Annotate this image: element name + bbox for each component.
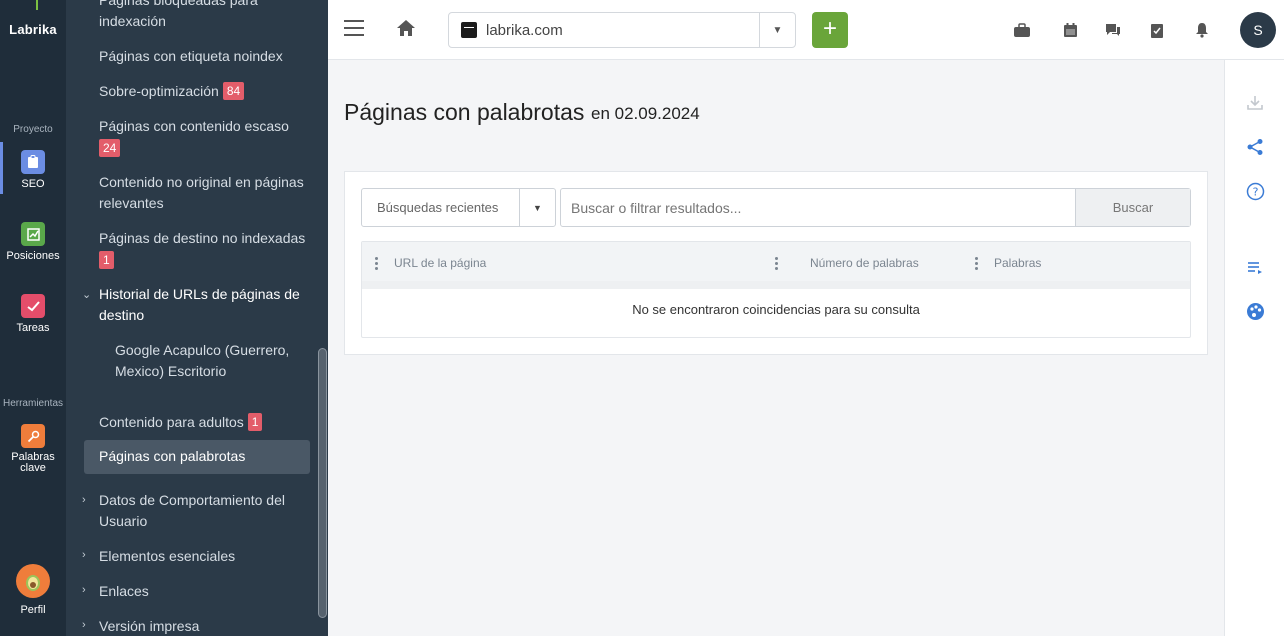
logo-accent bbox=[36, 0, 38, 10]
sidebar-item-noindex[interactable]: Páginas con etiqueta noindex bbox=[99, 46, 309, 67]
rail-item-positions-label: Posiciones bbox=[6, 250, 60, 262]
bell-icon[interactable] bbox=[1192, 20, 1212, 40]
project-selector[interactable]: labrika.com ▼ bbox=[448, 12, 796, 48]
search-bar: Buscar bbox=[560, 188, 1191, 227]
clipboard-check-icon[interactable] bbox=[1147, 20, 1167, 40]
column-menu-icon[interactable] bbox=[975, 257, 979, 271]
section-label-project: Proyecto bbox=[13, 124, 53, 135]
sidebar-item-label: Versión impresa bbox=[99, 618, 200, 634]
seo-sidebar: Páginas bloqueadas para indexación Págin… bbox=[66, 0, 328, 636]
sidebar-item-print-version[interactable]: Versión impresa bbox=[99, 616, 309, 636]
sidebar-item-thin-content[interactable]: Páginas con contenido escaso 24 bbox=[99, 116, 309, 159]
sidebar-item-label: Sobre-optimización bbox=[99, 83, 219, 99]
page-title: Páginas con palabrotas bbox=[344, 99, 585, 125]
key-icon bbox=[21, 424, 45, 448]
check-icon bbox=[21, 294, 45, 318]
sidebar-item-label: Páginas con palabrotas bbox=[99, 448, 246, 464]
count-badge: 1 bbox=[99, 251, 114, 269]
sidebar-item-label: Historial de URLs de páginas de destino bbox=[99, 286, 300, 323]
sidebar-item-over-optimization[interactable]: Sobre-optimización 84 bbox=[99, 81, 309, 102]
column-header-words[interactable]: Palabras bbox=[994, 256, 1041, 270]
briefcase-icon[interactable] bbox=[1012, 20, 1032, 40]
sidebar-item-user-behavior[interactable]: Datos de Comportamiento del Usuario bbox=[99, 490, 309, 532]
rail-item-tasks[interactable]: Tareas bbox=[0, 294, 66, 334]
search-button[interactable]: Buscar bbox=[1075, 189, 1190, 226]
search-input[interactable] bbox=[561, 189, 1075, 226]
results-table: URL de la página Número de palabras Pala… bbox=[361, 241, 1191, 338]
chevron-right-icon: › bbox=[82, 584, 86, 596]
sidebar-item-essentials[interactable]: Elementos esenciales bbox=[99, 546, 309, 567]
app-rail: Labrika Proyecto SEO Posiciones Tareas H… bbox=[0, 0, 66, 636]
rail-item-seo[interactable]: SEO bbox=[0, 150, 66, 190]
download-icon[interactable] bbox=[1245, 93, 1265, 113]
rail-item-profile-label: Perfil bbox=[20, 604, 46, 616]
sidebar-item-label: Contenido no original en páginas relevan… bbox=[99, 174, 304, 211]
site-favicon bbox=[461, 22, 477, 38]
main-content: Páginas con palabrotas en 02.09.2024 Bús… bbox=[328, 60, 1224, 636]
sidebar-item-adult-content[interactable]: Contenido para adultos 1 bbox=[99, 412, 309, 433]
sidebar-item-blocked-pages[interactable]: Páginas bloqueadas para indexación bbox=[99, 0, 309, 32]
sidebar-item-links[interactable]: Enlaces bbox=[99, 581, 309, 602]
app-logo[interactable]: Labrika bbox=[0, 22, 66, 37]
sidebar-item-label: Páginas de destino no indexadas bbox=[99, 230, 306, 246]
report-date: en 02.09.2024 bbox=[591, 104, 700, 123]
calendar-icon[interactable] bbox=[1060, 20, 1080, 40]
sidebar-item-label: Páginas con etiqueta noindex bbox=[99, 48, 283, 64]
share-icon[interactable] bbox=[1245, 137, 1265, 157]
scrollbar-thumb[interactable] bbox=[318, 348, 327, 618]
rail-item-profile[interactable]: Perfil bbox=[0, 564, 66, 616]
column-menu-icon[interactable] bbox=[775, 257, 779, 271]
table-header: URL de la página Número de palabras Pala… bbox=[362, 242, 1190, 289]
top-bar: labrika.com ▼ + S bbox=[328, 0, 1284, 60]
clipboard-icon bbox=[21, 150, 45, 174]
sidebar-item-google-acapulco[interactable]: Google Acapulco (Guerrero, Mexico) Escri… bbox=[115, 340, 305, 382]
section-label-tools: Herramientas bbox=[2, 398, 64, 409]
sidebar-item-url-history[interactable]: Historial de URLs de páginas de destino bbox=[99, 284, 309, 326]
chat-icon[interactable] bbox=[1103, 20, 1123, 40]
count-badge: 1 bbox=[247, 413, 263, 431]
rail-item-seo-label: SEO bbox=[21, 178, 45, 190]
count-badge: 84 bbox=[222, 82, 245, 100]
chevron-right-icon: › bbox=[82, 549, 86, 561]
project-name: labrika.com bbox=[486, 21, 563, 39]
column-header-word-count[interactable]: Número de palabras bbox=[810, 256, 919, 270]
chevron-right-icon: › bbox=[82, 619, 86, 631]
recent-searches-label: Búsquedas recientes bbox=[377, 200, 499, 215]
menu-icon[interactable] bbox=[344, 20, 364, 38]
sidebar-item-label: Elementos esenciales bbox=[99, 548, 236, 564]
rail-item-positions[interactable]: Posiciones bbox=[0, 222, 66, 262]
add-button[interactable]: + bbox=[812, 12, 848, 48]
sidebar-item-label: Enlaces bbox=[99, 583, 149, 599]
column-header-url[interactable]: URL de la página bbox=[394, 256, 486, 270]
list-icon[interactable] bbox=[1245, 258, 1265, 278]
user-avatar[interactable]: S bbox=[1240, 12, 1276, 48]
home-icon[interactable] bbox=[396, 19, 416, 39]
column-menu-icon[interactable] bbox=[375, 257, 379, 271]
sidebar-item-label: Contenido para adultos bbox=[99, 414, 244, 430]
sidebar-item-label: Páginas con contenido escaso bbox=[99, 118, 289, 134]
rail-item-keywords-label: Palabras clave bbox=[11, 451, 55, 474]
results-panel: Búsquedas recientes ▼ Buscar URL de la p… bbox=[344, 171, 1208, 355]
svg-text:?: ? bbox=[1252, 185, 1258, 198]
rail-item-keywords[interactable]: Palabras clave bbox=[0, 424, 66, 474]
right-tool-rail: ? bbox=[1224, 60, 1284, 636]
help-icon[interactable]: ? bbox=[1245, 181, 1265, 201]
palette-icon[interactable] bbox=[1245, 301, 1265, 321]
chevron-down-icon: ⌄ bbox=[82, 289, 92, 301]
sidebar-item-label: Google Acapulco (Guerrero, Mexico) Escri… bbox=[115, 342, 290, 379]
chart-icon bbox=[21, 222, 45, 246]
chevron-right-icon: › bbox=[82, 494, 86, 506]
sidebar-item-label: Páginas bloqueadas para indexación bbox=[99, 0, 258, 29]
sidebar-item-profanity-pages[interactable]: Páginas con palabrotas bbox=[84, 440, 310, 474]
recent-searches-select[interactable]: Búsquedas recientes ▼ bbox=[361, 188, 556, 227]
chevron-down-icon[interactable]: ▼ bbox=[759, 13, 795, 47]
chevron-down-icon[interactable]: ▼ bbox=[519, 189, 555, 226]
empty-state-message: No se encontraron coincidencias para su … bbox=[632, 301, 920, 317]
sidebar-item-not-indexed[interactable]: Páginas de destino no indexadas 1 bbox=[99, 228, 309, 271]
sidebar-item-label: Datos de Comportamiento del Usuario bbox=[99, 492, 285, 529]
count-badge: 24 bbox=[99, 139, 121, 157]
rail-item-tasks-label: Tareas bbox=[16, 322, 50, 334]
avocado-avatar-icon bbox=[16, 564, 50, 598]
sidebar-item-non-original[interactable]: Contenido no original en páginas relevan… bbox=[99, 172, 309, 214]
